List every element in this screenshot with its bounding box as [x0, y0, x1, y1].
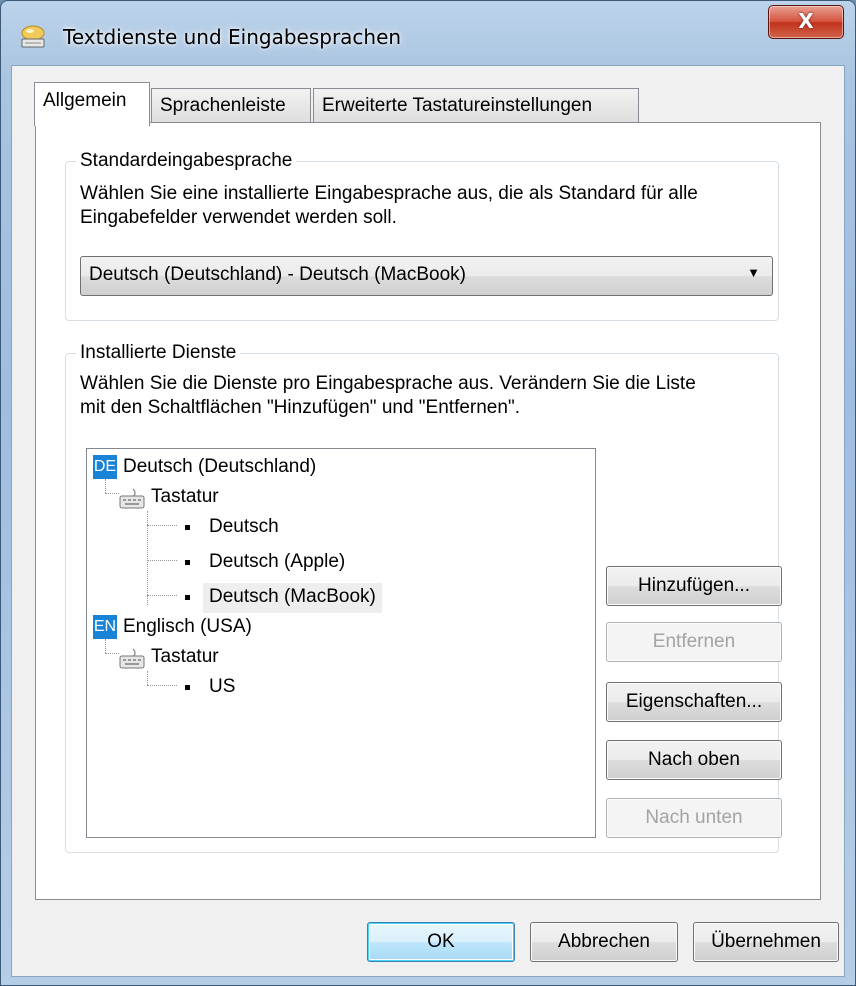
- category-label: Tastatur: [151, 646, 219, 667]
- language-flag-icon: EN: [93, 615, 117, 639]
- remove-button[interactable]: Entfernen: [606, 622, 782, 662]
- bullet-icon: [185, 685, 190, 690]
- installed-services-legend: Installierte Dienste: [76, 341, 241, 365]
- default-language-description-line1: Wählen Sie eine installierte Eingabespra…: [80, 183, 698, 204]
- category-label: Tastatur: [151, 486, 219, 507]
- dialog-window: Textdienste und Eingabesprachen X Allgem…: [0, 0, 856, 986]
- language-label: Englisch (USA): [123, 616, 252, 637]
- keyboard-icon: [119, 487, 145, 515]
- keyboard-icon: [119, 647, 145, 675]
- apply-button[interactable]: Übernehmen: [693, 922, 839, 962]
- tree-connector: [105, 653, 119, 654]
- dialog-client-area: Allgemein Sprachenleiste Erweiterte Tast…: [11, 65, 845, 977]
- properties-button[interactable]: Eigenschaften...: [606, 682, 782, 722]
- installed-services-treeview[interactable]: DE Deutsch (Deutschland) Tastatur Deutsc…: [86, 448, 596, 838]
- title-bar[interactable]: Textdienste und Eingabesprachen X: [1, 1, 855, 65]
- window-title: Textdienste und Eingabesprachen: [63, 25, 402, 49]
- bullet-icon: [185, 525, 190, 530]
- tree-connector: [105, 639, 106, 653]
- language-flag-icon: DE: [93, 455, 117, 479]
- item-label: US: [209, 676, 236, 697]
- tab-panel-allgemein: Standardeingabesprache Wählen Sie eine i…: [35, 122, 821, 900]
- move-down-button[interactable]: Nach unten: [606, 798, 782, 838]
- default-language-legend: Standardeingabesprache: [76, 149, 297, 173]
- default-language-selected-value: Deutsch (Deutschland) - Deutsch (MacBook…: [89, 264, 466, 285]
- tab-sprachenleiste[interactable]: Sprachenleiste: [151, 88, 311, 126]
- tree-connector: [105, 493, 119, 494]
- tree-connector: [147, 560, 177, 561]
- item-label-selected: Deutsch (MacBook): [203, 583, 382, 613]
- language-label: Deutsch (Deutschland): [123, 456, 317, 477]
- text-services-icon: [19, 23, 49, 49]
- default-language-group: Standardeingabesprache Wählen Sie eine i…: [65, 149, 779, 321]
- tab-erweiterte-tastatureinstellungen[interactable]: Erweiterte Tastatureinstellungen: [313, 88, 639, 126]
- tree-connector: [147, 685, 177, 686]
- dropdown-arrow-icon: ▼: [747, 265, 760, 280]
- item-label: Deutsch (Apple): [209, 551, 346, 572]
- item-label: Deutsch: [209, 516, 279, 537]
- default-language-description-line2: Eingabefelder verwendet werden soll.: [80, 207, 397, 228]
- tab-allgemein[interactable]: Allgemein: [34, 82, 150, 126]
- installed-services-description-line1: Wählen Sie die Dienste pro Eingabesprach…: [80, 373, 696, 394]
- ok-button[interactable]: OK: [367, 922, 515, 962]
- move-up-button[interactable]: Nach oben: [606, 740, 782, 780]
- tree-connector: [105, 479, 106, 493]
- installed-services-description-line2: mit den Schaltflächen "Hinzufügen" und "…: [80, 397, 520, 418]
- cancel-button[interactable]: Abbrechen: [530, 922, 678, 962]
- tree-connector: [147, 671, 148, 685]
- installed-services-group: Installierte Dienste Wählen Sie die Dien…: [65, 341, 782, 853]
- tree-connector: [147, 525, 177, 526]
- add-button[interactable]: Hinzufügen...: [606, 566, 782, 606]
- close-button[interactable]: X: [768, 5, 844, 39]
- bullet-icon: [185, 595, 190, 600]
- default-language-dropdown[interactable]: Deutsch (Deutschland) - Deutsch (MacBook…: [80, 256, 773, 296]
- tree-connector: [147, 595, 177, 596]
- bullet-icon: [185, 560, 190, 565]
